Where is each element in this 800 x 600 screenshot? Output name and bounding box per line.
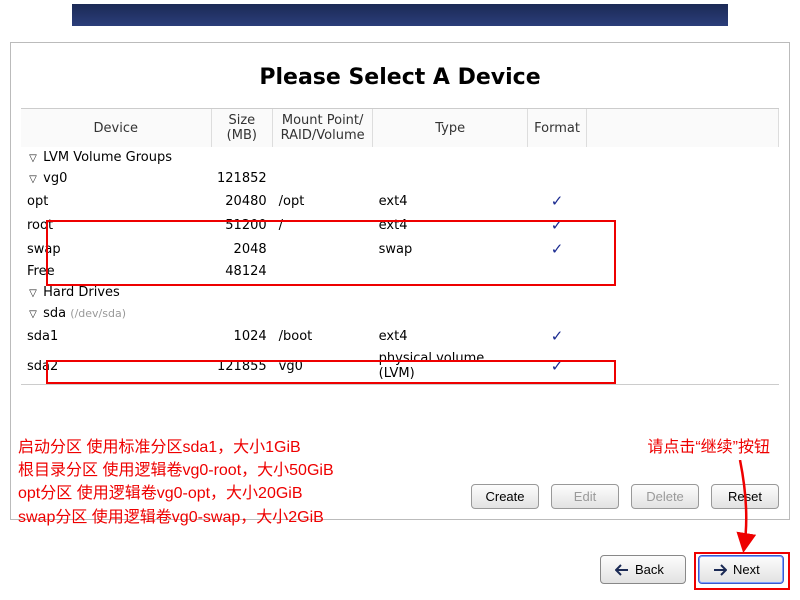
page-title: Please Select A Device: [11, 43, 789, 108]
group-sda[interactable]: ▽ sda (/dev/sda): [21, 303, 779, 324]
chevron-down-icon: ▽: [27, 174, 39, 185]
row-sda1[interactable]: sda11024/bootext4✓: [21, 324, 779, 348]
col-format[interactable]: Format: [528, 109, 587, 147]
row-opt[interactable]: opt20480/optext4✓: [21, 189, 779, 213]
row-swap[interactable]: swap2048swap✓: [21, 237, 779, 261]
arrow-right-icon: [713, 564, 727, 576]
top-banner: [72, 4, 728, 26]
chevron-down-icon: ▽: [27, 288, 39, 299]
device-table: Device Size (MB) Mount Point/ RAID/Volum…: [21, 109, 779, 384]
delete-button[interactable]: Delete: [631, 484, 699, 509]
annotation-left: 启动分区 使用标准分区sda1，大小1GiB 根目录分区 使用逻辑卷vg0-ro…: [18, 436, 334, 529]
row-free[interactable]: Free48124: [21, 261, 779, 282]
check-icon: ✓: [551, 357, 564, 375]
reset-button[interactable]: Reset: [711, 484, 779, 509]
next-button[interactable]: Next: [698, 555, 784, 584]
group-lvm[interactable]: ▽ LVM Volume Groups: [21, 147, 779, 168]
col-type[interactable]: Type: [373, 109, 528, 147]
group-hd[interactable]: ▽ Hard Drives: [21, 282, 779, 303]
chevron-down-icon: ▽: [27, 309, 39, 320]
create-button[interactable]: Create: [471, 484, 539, 509]
check-icon: ✓: [551, 192, 564, 210]
row-root[interactable]: root51200/ext4✓: [21, 213, 779, 237]
col-size[interactable]: Size (MB): [211, 109, 273, 147]
arrow-left-icon: [615, 564, 629, 576]
group-vg0[interactable]: ▽ vg0 121852: [21, 168, 779, 189]
edit-button[interactable]: Edit: [551, 484, 619, 509]
nav-button-row: Back Next: [600, 555, 784, 584]
check-icon: ✓: [551, 327, 564, 345]
check-icon: ✓: [551, 240, 564, 258]
annotation-right: 请点击“继续”按钮: [647, 436, 770, 459]
check-icon: ✓: [551, 216, 564, 234]
col-mount[interactable]: Mount Point/ RAID/Volume: [273, 109, 373, 147]
chevron-down-icon: ▽: [27, 153, 39, 164]
back-button[interactable]: Back: [600, 555, 686, 584]
col-device[interactable]: Device: [21, 109, 211, 147]
row-sda2[interactable]: sda2121855vg0physical volume (LVM)✓: [21, 348, 779, 384]
